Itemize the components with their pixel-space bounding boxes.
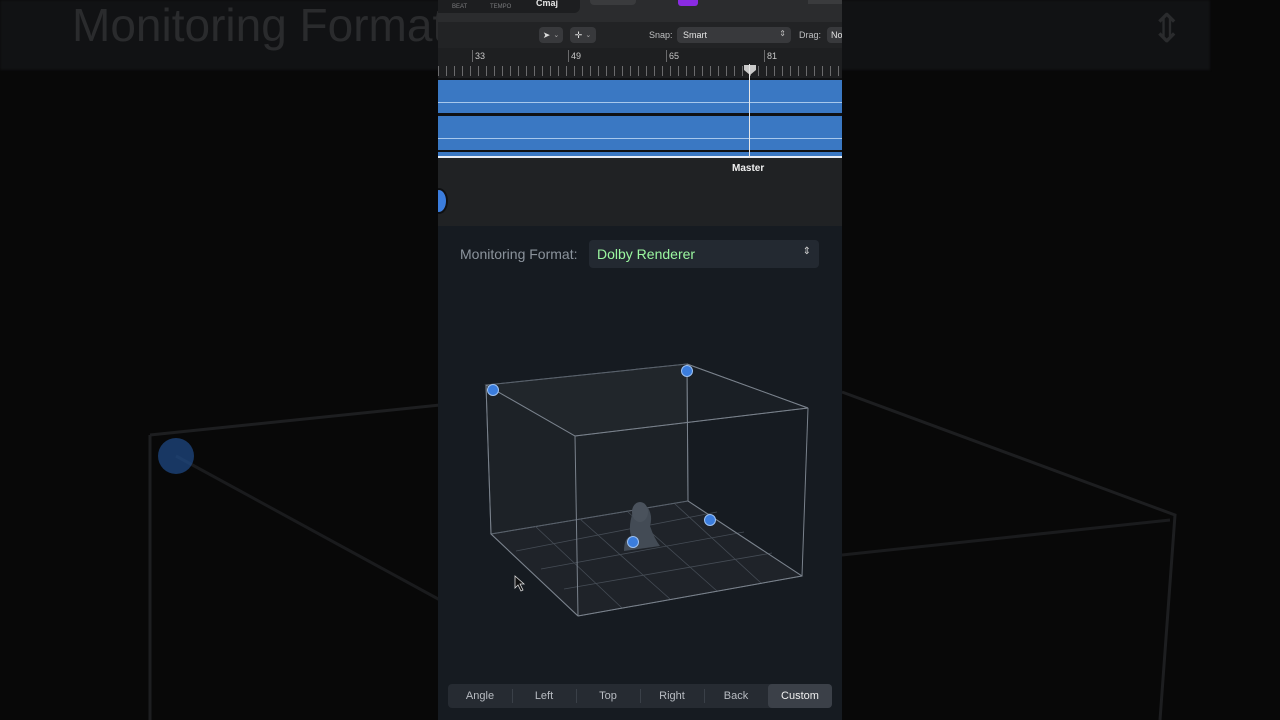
app-window: BEAT TEMPO Cmaj ➤ ⌄ ✛ ⌄ Snap: Smart ⇕ Dr… bbox=[438, 0, 842, 720]
chevron-down-icon: ⌄ bbox=[585, 32, 592, 39]
pointer-arrow-icon: ➤ bbox=[542, 29, 551, 40]
key-signature[interactable]: Cmaj bbox=[536, 0, 558, 8]
track-region[interactable] bbox=[438, 80, 842, 102]
ruler-marker: 65 bbox=[669, 51, 680, 61]
beat-label: BEAT bbox=[452, 4, 468, 10]
mouse-cursor-icon bbox=[514, 575, 526, 592]
snap-label: Snap: bbox=[649, 30, 673, 40]
tab-top[interactable]: Top bbox=[576, 684, 640, 708]
tab-custom[interactable]: Custom bbox=[768, 684, 832, 708]
accent-button[interactable] bbox=[678, 0, 698, 6]
monitoring-format-label: Monitoring Format: bbox=[460, 246, 578, 262]
audio-object[interactable] bbox=[704, 514, 716, 526]
tab-angle[interactable]: Angle bbox=[448, 684, 512, 708]
master-label: Master bbox=[732, 163, 765, 174]
playhead-line[interactable] bbox=[749, 64, 750, 160]
tab-back[interactable]: Back bbox=[704, 684, 768, 708]
3d-room-viewer[interactable] bbox=[438, 326, 842, 666]
crosshair-icon: ✛ bbox=[574, 29, 583, 40]
tab-left[interactable]: Left bbox=[512, 684, 576, 708]
ruler-ticks bbox=[438, 66, 842, 76]
dolby-atmos-panel: Monitoring Format: Dolby Renderer ⇕ Angl… bbox=[438, 226, 842, 720]
track-region[interactable] bbox=[438, 116, 842, 138]
view-tabs: Angle Left Top Right Back Custom bbox=[448, 684, 832, 708]
tempo-label: TEMPO bbox=[490, 4, 512, 10]
audio-object[interactable] bbox=[487, 384, 499, 396]
drag-value: No bbox=[831, 30, 842, 40]
audio-object[interactable] bbox=[627, 536, 639, 548]
ruler-marker: 49 bbox=[571, 51, 582, 61]
control-bar-button-right[interactable] bbox=[808, 0, 842, 4]
secondary-tool-menu[interactable]: ✛ ⌄ bbox=[570, 27, 596, 43]
up-down-chevron-icon: ⇕ bbox=[802, 246, 811, 257]
snap-select[interactable]: Smart ⇕ bbox=[677, 27, 791, 43]
audio-object[interactable] bbox=[681, 365, 693, 377]
ruler-tick bbox=[472, 50, 473, 62]
timeline-ruler[interactable]: 33 49 65 81 bbox=[438, 48, 842, 78]
ruler-marker: 81 bbox=[767, 51, 778, 61]
monitoring-format-value: Dolby Renderer bbox=[597, 246, 696, 262]
lcd-display: BEAT TEMPO Cmaj bbox=[438, 0, 580, 13]
editor-toolbar: ➤ ⌄ ✛ ⌄ Snap: Smart ⇕ Drag: No bbox=[438, 22, 842, 49]
track-area[interactable] bbox=[438, 78, 842, 158]
ruler-tick bbox=[764, 50, 765, 62]
ruler-tick bbox=[666, 50, 667, 62]
control-bar: BEAT TEMPO Cmaj bbox=[438, 0, 842, 22]
drag-label: Drag: bbox=[799, 30, 822, 40]
snap-value: Smart bbox=[683, 30, 708, 40]
chevron-down-icon: ⌄ bbox=[553, 32, 560, 39]
control-bar-button[interactable] bbox=[590, 0, 636, 5]
ruler-marker: 33 bbox=[475, 51, 486, 61]
drag-select[interactable]: No bbox=[827, 27, 842, 43]
track-region[interactable] bbox=[438, 103, 842, 113]
ruler-tick bbox=[568, 50, 569, 62]
track-footer: Master bbox=[438, 158, 842, 226]
pointer-tool-menu[interactable]: ➤ ⌄ bbox=[539, 27, 563, 43]
track-region[interactable] bbox=[438, 139, 842, 150]
monitoring-format-select[interactable]: Dolby Renderer ⇕ bbox=[589, 240, 819, 268]
tab-right[interactable]: Right bbox=[640, 684, 704, 708]
up-down-chevron-icon: ⇕ bbox=[779, 29, 786, 38]
panner-knob[interactable] bbox=[438, 188, 448, 214]
